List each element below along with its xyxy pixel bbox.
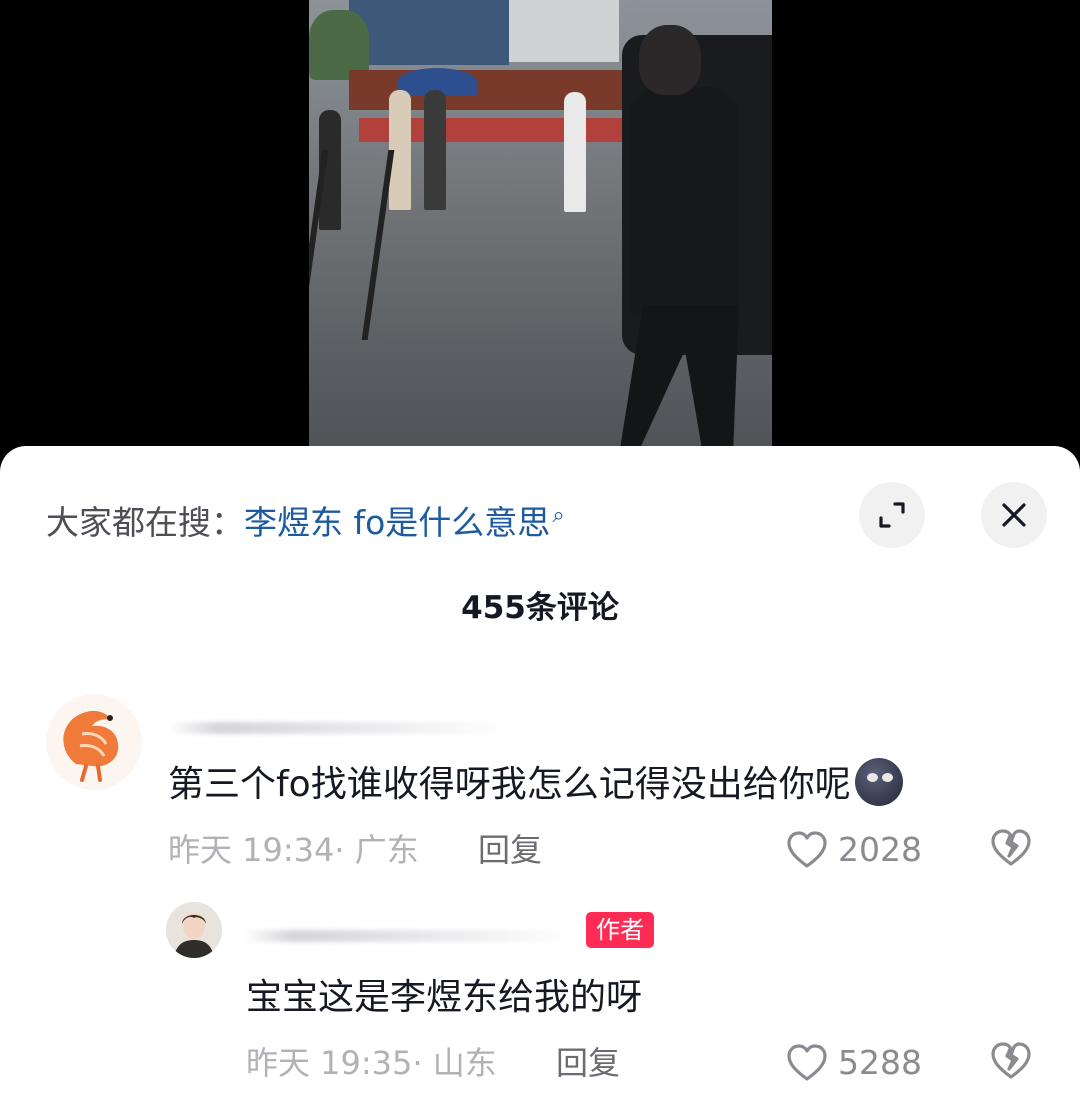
close-icon: [1002, 503, 1026, 527]
expand-button[interactable]: [859, 482, 925, 548]
comment-time: 昨天 19:34: [168, 831, 335, 869]
reply-location: 山东: [432, 1044, 497, 1082]
broken-heart-icon: [991, 1042, 1031, 1079]
reply-button[interactable]: 回复: [556, 1043, 620, 1083]
expand-icon: [879, 502, 905, 528]
moon-face-emoji-icon: [854, 758, 903, 806]
reply-button[interactable]: 回复: [478, 830, 542, 870]
like-count: 2028: [838, 830, 922, 869]
meta-separator: ·: [412, 1044, 433, 1082]
broken-heart-icon: [991, 829, 1031, 866]
comment-location: 广东: [354, 831, 419, 869]
reply-meta: 昨天 19:35· 山东: [246, 1043, 497, 1083]
video-background-building: [349, 0, 509, 65]
trending-search-query[interactable]: 李煜东 fo是什么意思: [244, 503, 550, 542]
like-button[interactable]: 5288: [786, 1043, 922, 1083]
trending-search-bar[interactable]: 大家都在搜：李煜东 fo是什么意思⌕: [46, 494, 565, 545]
video-main-person: [599, 25, 749, 455]
comments-panel: 大家都在搜：李煜东 fo是什么意思⌕ 455条评论 第三个fo找谁收得呀我怎么记…: [0, 446, 1080, 1096]
reply-time: 昨天 19:35: [246, 1044, 413, 1082]
like-count: 5288: [838, 1043, 922, 1082]
trending-search-prefix: 大家都在搜：: [46, 503, 244, 542]
close-button[interactable]: [981, 482, 1047, 548]
search-icon[interactable]: ⌕: [552, 503, 564, 528]
username-blurred[interactable]: [168, 722, 508, 734]
dislike-button[interactable]: [990, 1041, 1032, 1085]
like-button[interactable]: 2028: [786, 830, 922, 870]
comment-text-body: 第三个fo找谁收得呀我怎么记得没出给你呢: [168, 764, 851, 805]
heart-icon: [787, 1044, 827, 1081]
video-bystander: [564, 92, 586, 212]
comment-text: 第三个fo找谁收得呀我怎么记得没出给你呢: [168, 758, 903, 809]
meta-separator: ·: [334, 831, 355, 869]
username-blurred[interactable]: [244, 930, 574, 942]
comment-count-title: 455条评论: [461, 590, 619, 626]
video-bystander: [424, 90, 446, 210]
reply-text: 宝宝这是李煜东给我的呀: [246, 977, 643, 1018]
dislike-button[interactable]: [990, 828, 1032, 872]
comment-meta: 昨天 19:34· 广东: [168, 830, 419, 870]
author-badge: 作者: [586, 912, 654, 948]
shrimp-avatar-icon[interactable]: [46, 694, 142, 790]
video-player[interactable]: [309, 0, 772, 462]
heart-icon: [787, 831, 827, 868]
portrait-avatar-icon[interactable]: [166, 902, 222, 958]
